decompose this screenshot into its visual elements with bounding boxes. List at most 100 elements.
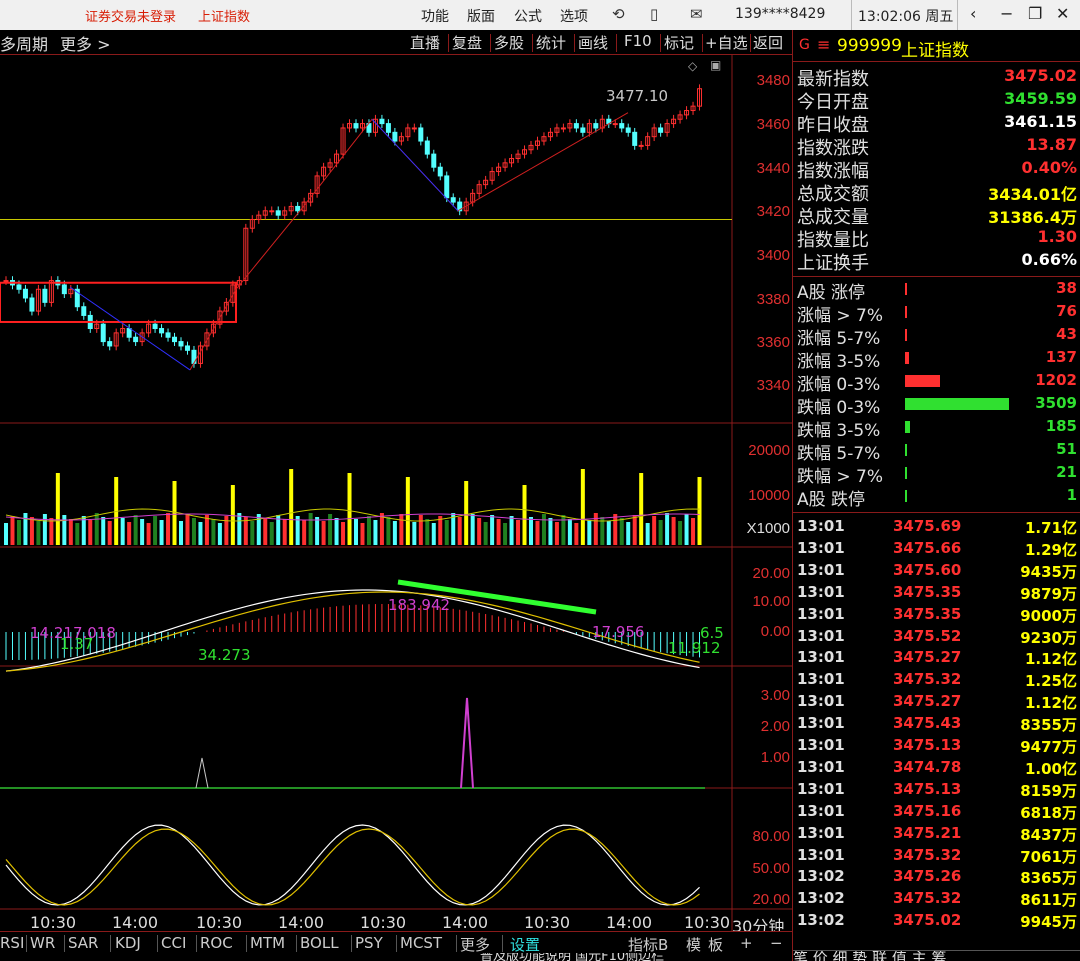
tool-watchlist[interactable]: +自选 [703,32,750,53]
tool-stats[interactable]: 统计 [534,32,568,53]
tab-mtm[interactable]: MTM [250,934,285,952]
phone-icon[interactable]: ▯ [650,5,658,23]
tick-row[interactable]: 13:02 3475.32 8611万 [793,887,1080,909]
tick-row[interactable]: 13:01 3475.69 1.71亿 [793,515,1080,537]
login-warning[interactable]: 证券交易未登录 [85,6,176,25]
zoom-in-button[interactable]: + [740,934,753,952]
macd-label: 6.5 [700,624,724,642]
tick-volume: 8355万 [1020,716,1077,735]
more-button[interactable]: 更多 > [60,31,111,55]
tick-volume: 6818万 [1020,803,1077,822]
trend-line-down [371,118,459,212]
macd-axis-label: 10.00 [752,593,790,610]
chart-settings-icon[interactable]: ▣ [710,58,721,72]
tool-draw[interactable]: 画线 [576,32,610,53]
tick-row[interactable]: 13:01 3475.21 8437万 [793,822,1080,844]
tick-row[interactable]: 13:02 3475.26 8365万 [793,865,1080,887]
tool-back[interactable]: 返回 [751,32,785,53]
tab-more[interactable]: 更多 [460,934,490,955]
volume-bar [418,515,423,545]
candle-body [133,336,139,343]
tab-board[interactable]: 板 [708,934,723,955]
kline-chart-area[interactable]: 3480 3460 3440 3420 3400 3380 3360 3340 … [0,55,792,936]
volume-bar [645,523,650,545]
tick-row[interactable]: 13:01 3475.35 9879万 [793,581,1080,603]
tick-row[interactable]: 13:01 3475.13 9477万 [793,734,1080,756]
mail-icon[interactable]: ✉ [690,5,703,23]
tool-replay[interactable]: 复盘 [450,32,484,53]
tool-live[interactable]: 直播 [408,32,442,53]
tick-row[interactable]: 13:01 3475.66 1.29亿 [793,537,1080,559]
diamond-icon[interactable]: ◇ [688,59,697,73]
quote-panel-tabs[interactable]: 笔 价 细 势 联 值 主 筹 [793,950,1080,961]
user-phone[interactable]: 139****8429 [735,6,825,22]
tick-row[interactable]: 13:01 3475.32 7061万 [793,844,1080,866]
period-button[interactable]: 多周期 [0,31,48,55]
restore-icon[interactable]: ❐ [1028,4,1042,23]
candle-body [107,341,113,347]
breadth-row: 涨幅 5-7% 43 [793,323,1080,349]
tick-row[interactable]: 13:01 3475.27 1.12亿 [793,690,1080,712]
tick-row[interactable]: 13:01 3475.60 9435万 [793,559,1080,581]
tick-row[interactable]: 13:01 3474.78 1.00亿 [793,756,1080,778]
tab-indicator-b[interactable]: 指标B [628,934,668,955]
tick-row[interactable]: 13:01 3475.52 9230万 [793,625,1080,647]
candle-body [3,280,9,283]
volume-bar [671,517,676,545]
tab-kdj[interactable]: KDJ [115,934,141,952]
tick-row[interactable]: 13:01 3475.35 9000万 [793,603,1080,625]
menu-icon[interactable]: ≡ [817,35,830,54]
minimize-icon[interactable]: − [1000,4,1013,23]
tick-row[interactable]: 13:01 3475.16 6818万 [793,800,1080,822]
chart-canvas[interactable] [0,55,792,931]
menu-formula[interactable]: 公式 [514,6,542,26]
tool-multi-stock[interactable]: 多股 [492,32,526,53]
tab-boll[interactable]: BOLL [300,934,339,952]
volume-bar [626,522,631,545]
volume-bar [593,513,598,545]
tick-row[interactable]: 13:01 3475.13 8159万 [793,778,1080,800]
tab-roc[interactable]: ROC [200,934,233,952]
tick-volume: 9230万 [1020,628,1077,647]
menu-options[interactable]: 选项 [560,6,588,26]
time-axis-label: 14:00 [278,913,325,932]
candle-body [275,210,281,216]
menu-layout[interactable]: 版面 [467,6,495,26]
back-icon[interactable]: ‹ [970,4,976,23]
group-marker[interactable]: G [799,37,810,53]
tab-psy[interactable]: PSY [355,934,383,952]
tab-mcst[interactable]: MCST [400,934,442,952]
tab-settings[interactable]: 设置 [510,934,540,955]
tick-row[interactable]: 13:01 3475.43 8355万 [793,712,1080,734]
volume-bar [613,514,618,545]
time-axis-label: 10:30 [684,913,731,932]
close-icon[interactable]: ✕ [1056,4,1069,23]
tab-sar[interactable]: SAR [68,934,98,952]
macd-label: 34.273 [198,646,251,664]
tick-time: 13:01 [797,648,845,667]
volume-bar [120,518,125,545]
refresh-icon[interactable]: ⟲ [612,5,625,23]
zoom-out-button[interactable]: − [770,934,783,952]
tab-template[interactable]: 模 [686,934,701,955]
volume-bar [554,522,559,545]
volume-bar [334,518,339,545]
tab-rsi[interactable]: RSI [0,934,24,952]
tick-row[interactable]: 13:01 3475.32 1.25亿 [793,668,1080,690]
candle-body [184,345,190,351]
tick-row[interactable]: 13:02 3475.02 9945万 [793,909,1080,931]
kdj-axis-label: 80.00 [752,828,790,845]
candle-body [437,166,443,177]
tool-f10[interactable]: F10 [622,32,654,50]
tick-row[interactable]: 13:01 3475.27 1.12亿 [793,646,1080,668]
volume-bar [347,473,352,545]
clock: 13:02:06 周五 [851,0,958,30]
tab-wr[interactable]: WR [30,934,55,952]
menu-function[interactable]: 功能 [421,6,449,26]
tab-cci[interactable]: CCI [161,934,186,952]
tick-time: 13:02 [797,889,845,908]
time-axis-label: 14:00 [112,913,159,932]
volume-bar [140,519,145,545]
tool-mark[interactable]: 标记 [662,32,696,53]
ticker-strip[interactable]: 普及版功能说明 国元F10侧边栏 [480,953,792,961]
